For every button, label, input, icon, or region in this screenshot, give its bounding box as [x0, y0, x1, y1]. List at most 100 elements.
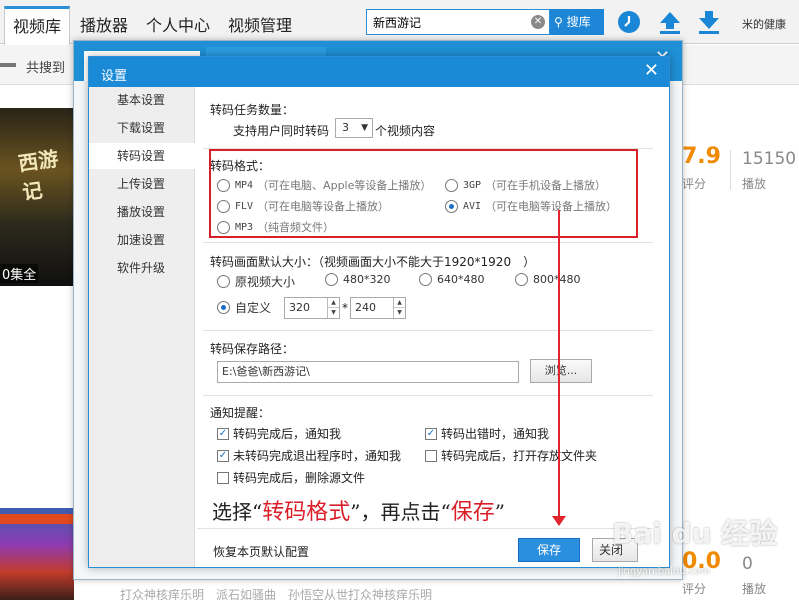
- section-divider: [203, 242, 653, 243]
- notify-option-label: 未转码完成退出程序时，通知我: [233, 449, 402, 463]
- check-icon[interactable]: ✓: [217, 427, 229, 440]
- task-count-title: 转码任务数量：: [210, 103, 295, 117]
- search-box: ✕: [366, 9, 550, 35]
- stepper-up-icon[interactable]: ▲: [394, 298, 405, 308]
- size-option-original[interactable]: 原视频大小: [217, 273, 295, 290]
- notify-option-label: 转码完成后，通知我: [233, 427, 342, 441]
- stepper-down-icon[interactable]: ▼: [394, 308, 405, 318]
- rating-label: 评分: [682, 177, 707, 191]
- plays-label: 播放: [742, 177, 767, 191]
- size-title: 转码画面默认大小：（视频画面大小不能大于1920*1920 ）: [210, 255, 536, 269]
- plays-value-2: 0: [742, 554, 753, 574]
- video-poster-1[interactable]: 西游记 0集全: [0, 108, 74, 286]
- size-option-label: 480*320: [343, 273, 391, 286]
- sidebar-item-acceleration[interactable]: 加速设置: [89, 227, 194, 253]
- check-icon[interactable]: ✓: [425, 427, 437, 440]
- size-option-640x480[interactable]: 640*480: [419, 273, 485, 286]
- size-option-label: 640*480: [437, 273, 485, 286]
- task-count-prefix: 支持用户同时转码: [233, 124, 330, 138]
- poster-banner: [0, 514, 74, 524]
- size-option-label: 原视频大小: [235, 275, 296, 289]
- task-count-value: 3: [342, 121, 349, 134]
- save-path-input[interactable]: E:\爸爸\新西游记\: [217, 361, 519, 383]
- plays-label-2: 播放: [742, 582, 767, 596]
- settings-sidebar: 基本设置 下载设置 转码设置 上传设置 播放设置 加速设置 软件升级: [89, 87, 195, 567]
- red-arrow-head-icon: [552, 516, 566, 526]
- section-divider: [203, 395, 653, 396]
- size-option-800x480[interactable]: 800*480: [515, 273, 581, 286]
- result-count-label: 共搜到: [26, 61, 66, 76]
- check-icon[interactable]: ✓: [217, 449, 229, 462]
- clear-icon[interactable]: ✕: [531, 15, 545, 29]
- instruction-text: 选择“转码格式”，再点击“保存”: [212, 494, 505, 526]
- sidebar-item-download[interactable]: 下载设置: [89, 115, 194, 141]
- video-poster-2[interactable]: [0, 508, 74, 600]
- clock-icon[interactable]: [617, 10, 641, 34]
- stepper-up-icon[interactable]: ▲: [328, 298, 339, 308]
- section-divider: [203, 330, 653, 331]
- rating-label-2: 评分: [682, 582, 707, 596]
- checkbox-unchecked[interactable]: [217, 471, 229, 484]
- watermark: Bai du 经验: [612, 517, 778, 550]
- custom-width-stepper[interactable]: 320 ▲ ▼: [284, 297, 340, 319]
- custom-width-value: 320: [289, 301, 310, 314]
- radio-size-480x320[interactable]: [325, 273, 338, 286]
- upload-icon[interactable]: [658, 10, 682, 34]
- notify-option-exit[interactable]: ✓ 未转码完成退出程序时，通知我: [217, 447, 401, 464]
- radio-size-800x480[interactable]: [515, 273, 528, 286]
- video-description: 打众神核痒乐明 派石如骚曲 孙悟空从世打众神核痒乐明: [120, 588, 433, 600]
- plays-value: 15150: [742, 149, 797, 169]
- custom-height-value: 240: [355, 301, 376, 314]
- save-path-title: 转码保存路径：: [210, 342, 295, 356]
- radio-size-original[interactable]: [217, 275, 230, 288]
- close-icon[interactable]: ✕: [644, 61, 659, 81]
- sidebar-item-upgrade[interactable]: 软件升级: [89, 255, 194, 281]
- task-count-suffix: 个视频内容: [375, 124, 436, 138]
- notify-option-error[interactable]: ✓ 转码出错时，通知我: [425, 425, 549, 442]
- poster-episodes: 0集全: [0, 264, 39, 283]
- sidebar-item-transcode[interactable]: 转码设置: [89, 143, 195, 169]
- notify-option-label: 转码完成后，删除源文件: [233, 471, 366, 485]
- radio-size-640x480[interactable]: [419, 273, 432, 286]
- task-count-select[interactable]: 3 ▼: [335, 118, 373, 138]
- browse-button[interactable]: 浏览...: [530, 359, 592, 383]
- size-option-custom[interactable]: 自定义: [217, 299, 271, 316]
- sidebar-item-upload[interactable]: 上传设置: [89, 171, 194, 197]
- size-custom-label: 自定义: [235, 301, 272, 315]
- notify-option-label: 转码出错时，通知我: [441, 427, 550, 441]
- search-button[interactable]: ⚲ 搜库: [550, 9, 604, 35]
- save-button[interactable]: 保存: [518, 538, 580, 562]
- instruction-part: ”: [494, 500, 505, 524]
- app-topbar: 视频库 播放器 个人中心 视频管理 ✕ ⚲ 搜库 米的健康: [0, 0, 799, 45]
- stat-divider: [730, 150, 731, 190]
- notify-option-open-folder[interactable]: 转码完成后，打开存放文件夹: [425, 447, 597, 464]
- username[interactable]: 米的健康: [742, 16, 786, 32]
- format-highlight-box: [209, 149, 638, 238]
- instruction-part: 选择“: [212, 500, 263, 524]
- stepper-down-icon[interactable]: ▼: [328, 308, 339, 318]
- search-input[interactable]: [367, 10, 517, 34]
- red-arrow-line: [558, 210, 560, 524]
- notify-option-delete-source[interactable]: 转码完成后，删除源文件: [217, 469, 365, 486]
- watermark-sub: jingyan.baidu.com: [618, 566, 711, 577]
- dialog-title: 设置: [101, 69, 128, 84]
- checkbox-unchecked[interactable]: [425, 449, 437, 462]
- size-option-480x320[interactable]: 480*320: [325, 273, 391, 286]
- notify-option-complete[interactable]: ✓ 转码完成后，通知我: [217, 425, 341, 442]
- settings-dialog: 设置 ✕ 基本设置 下载设置 转码设置 上传设置 播放设置 加速设置 软件升级 …: [88, 56, 670, 568]
- footer-divider: [197, 528, 653, 529]
- restore-defaults-link[interactable]: 恢复本页默认配置: [213, 543, 309, 560]
- size-option-label: 800*480: [533, 273, 581, 286]
- instruction-highlight: 保存: [450, 500, 495, 525]
- sidebar-item-playback[interactable]: 播放设置: [89, 199, 194, 225]
- custom-height-stepper[interactable]: 240 ▲ ▼: [350, 297, 406, 319]
- stepper-buttons: ▲ ▼: [327, 298, 339, 318]
- notify-option-label: 转码完成后，打开存放文件夹: [441, 449, 598, 463]
- poster-title: 西游记: [16, 146, 60, 205]
- sidebar-item-basic[interactable]: 基本设置: [89, 87, 194, 113]
- download-icon[interactable]: [697, 10, 721, 34]
- nav-video-library[interactable]: 视频库: [4, 6, 71, 45]
- size-times: *: [342, 301, 348, 315]
- radio-size-custom[interactable]: [217, 301, 230, 314]
- dash-icon: [0, 63, 16, 67]
